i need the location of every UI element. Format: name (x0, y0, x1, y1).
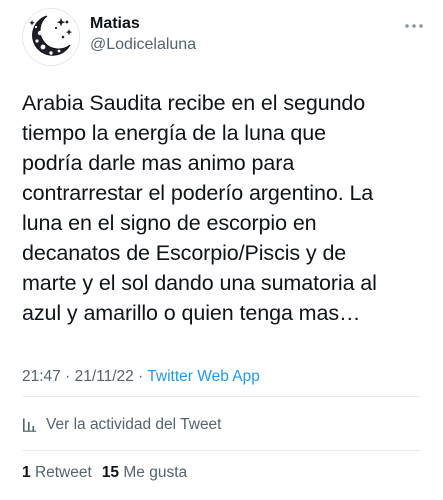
tweet-text-line: podría darle mas animo para (22, 151, 295, 175)
view-activity-button[interactable]: Ver la actividad del Tweet (22, 413, 222, 437)
tweet: Matias @Lodicelaluna Arabia Saudita reci… (0, 0, 443, 500)
retweets-stat[interactable]: 1 Retweet (22, 464, 92, 481)
tweet-date[interactable]: 21/11/22 (75, 368, 134, 385)
more-options-button[interactable] (402, 16, 426, 36)
meta-separator: · (138, 368, 144, 385)
display-name[interactable]: Matias (90, 14, 196, 34)
likes-count: 15 (101, 464, 120, 481)
tweet-time[interactable]: 21:47 (22, 368, 61, 385)
retweets-count: 1 (22, 464, 31, 481)
bar-chart-icon (22, 417, 38, 433)
more-options-icon (405, 24, 423, 28)
divider (22, 450, 421, 451)
moon-stars-avatar-icon (23, 9, 79, 65)
tweet-text-line: contrarrestar el poderío argentino. La (22, 181, 374, 205)
user-handle[interactable]: @Lodicelaluna (90, 34, 196, 56)
tweet-header: Matias @Lodicelaluna (22, 8, 432, 68)
tweet-text-line: tiempo la energía de la luna que (22, 121, 326, 145)
tweet-text-line: luna en el signo de escorpio en (22, 211, 317, 235)
divider (22, 396, 421, 397)
likes-label: Me gusta (123, 464, 188, 481)
tweet-text-line: decanatos de Escorpio/Piscis y de (22, 241, 347, 265)
meta-separator: · (65, 368, 71, 385)
view-activity-label: Ver la actividad del Tweet (46, 416, 222, 433)
retweets-label: Retweet (34, 464, 92, 481)
likes-stat[interactable]: 15 Me gusta (102, 464, 187, 481)
tweet-stats: 1 Retweet 15 Me gusta (22, 462, 187, 484)
tweet-meta: 21:47 · 21/11/22 · Twitter Web App (22, 367, 260, 387)
avatar[interactable] (22, 8, 80, 66)
tweet-text-line: marte y el sol dando una sumatoria al (22, 271, 377, 295)
tweet-source-link[interactable]: Twitter Web App (147, 368, 260, 385)
author-info: Matias @Lodicelaluna (90, 14, 196, 56)
tweet-text-line: Arabia Saudita recibe en el segundo (22, 91, 366, 115)
tweet-text-line: azul y amarillo o quien tenga mas… (22, 301, 361, 325)
tweet-text: Arabia Saudita recibe en el segundo tiem… (22, 88, 427, 328)
